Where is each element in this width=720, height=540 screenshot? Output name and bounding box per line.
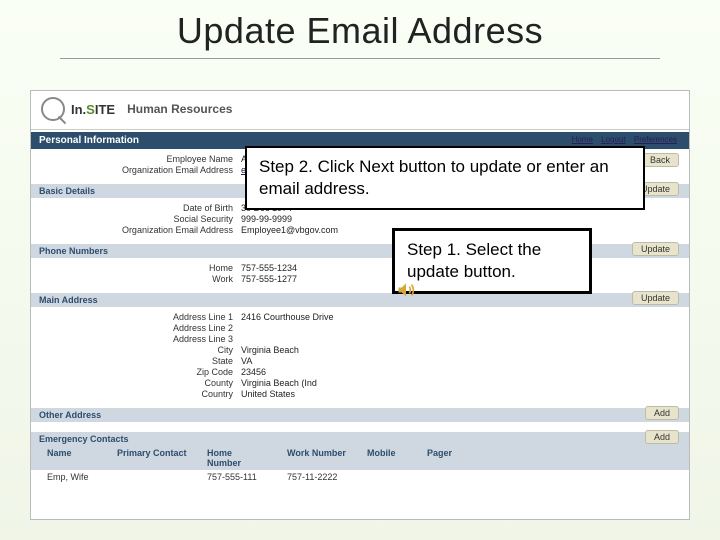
update-address-button[interactable]: Update bbox=[632, 291, 679, 305]
logo-green: S bbox=[86, 102, 95, 117]
app-header: In.SITE Human Resources bbox=[31, 91, 689, 127]
label-emp-name: Employee Name bbox=[31, 154, 241, 164]
label-phone-work: Work bbox=[31, 274, 241, 284]
slide-title: Update Email Address bbox=[0, 0, 720, 58]
section-other-address: Other Address bbox=[31, 408, 689, 422]
top-links: Home Logout Preferences bbox=[566, 135, 677, 144]
value-org-email2: Employee1@vbgov.com bbox=[241, 225, 338, 235]
label-org-email: Organization Email Address bbox=[31, 165, 241, 175]
callout-step1: Step 1. Select the update button. bbox=[392, 228, 592, 294]
section-main-address: Main Address bbox=[31, 293, 689, 307]
link-home[interactable]: Home bbox=[572, 135, 593, 144]
value-phone-home: 757-555-1234 bbox=[241, 263, 297, 273]
label-dob: Date of Birth bbox=[31, 203, 241, 213]
label-city: City bbox=[31, 345, 241, 355]
callout-step2: Step 2. Click Next button to update or e… bbox=[245, 146, 645, 210]
label-zip: Zip Code bbox=[31, 367, 241, 377]
add-other-address-button[interactable]: Add bbox=[645, 406, 679, 420]
cell-work: 757-11-2222 bbox=[277, 472, 357, 482]
table-row: Emp, Wife 757-555-111 757-11-2222 bbox=[31, 470, 689, 484]
logo-suffix: ITE bbox=[95, 102, 115, 117]
speaker-icon[interactable] bbox=[396, 280, 416, 300]
value-ssn: 999-99-9999 bbox=[241, 214, 292, 224]
label-addr2: Address Line 2 bbox=[31, 323, 241, 333]
value-phone-work: 757-555-1277 bbox=[241, 274, 297, 284]
col-pager: Pager bbox=[417, 448, 477, 468]
emergency-table-header: Name Primary Contact Home Number Work Nu… bbox=[31, 446, 689, 470]
col-primary: Primary Contact bbox=[107, 448, 197, 468]
cell-primary bbox=[107, 472, 197, 482]
app-logo-text: In.SITE bbox=[71, 102, 115, 117]
cell-home: 757-555-111 bbox=[197, 472, 277, 482]
value-country: United States bbox=[241, 389, 295, 399]
update-phone-button[interactable]: Update bbox=[632, 242, 679, 256]
value-county: Virginia Beach (Ind bbox=[241, 378, 317, 388]
label-phone-home: Home bbox=[31, 263, 241, 273]
main-address-fields: Address Line 12416 Courthouse Drive Addr… bbox=[31, 307, 689, 406]
add-contact-button[interactable]: Add bbox=[645, 430, 679, 444]
title-underline bbox=[60, 58, 660, 59]
label-addr3: Address Line 3 bbox=[31, 334, 241, 344]
value-state: VA bbox=[241, 356, 252, 366]
value-city: Virginia Beach bbox=[241, 345, 299, 355]
app-subtitle: Human Resources bbox=[127, 102, 232, 116]
label-ssn: Social Security bbox=[31, 214, 241, 224]
label-country: Country bbox=[31, 389, 241, 399]
label-org-email2: Organization Email Address bbox=[31, 225, 241, 235]
back-button[interactable]: Back bbox=[641, 153, 679, 167]
value-zip: 23456 bbox=[241, 367, 266, 377]
value-addr1: 2416 Courthouse Drive bbox=[241, 312, 334, 322]
col-name: Name bbox=[37, 448, 107, 468]
cell-name: Emp, Wife bbox=[37, 472, 107, 482]
link-preferences[interactable]: Preferences bbox=[634, 135, 677, 144]
label-addr1: Address Line 1 bbox=[31, 312, 241, 322]
col-mobile: Mobile bbox=[357, 448, 417, 468]
link-logout[interactable]: Logout bbox=[601, 135, 625, 144]
label-state: State bbox=[31, 356, 241, 366]
col-work-num: Work Number bbox=[277, 448, 357, 468]
section-emergency-contacts: Emergency Contacts bbox=[31, 432, 689, 446]
col-home-num: Home Number bbox=[197, 448, 277, 468]
magnifier-icon bbox=[41, 97, 65, 121]
logo-prefix: In. bbox=[71, 102, 86, 117]
label-county: County bbox=[31, 378, 241, 388]
